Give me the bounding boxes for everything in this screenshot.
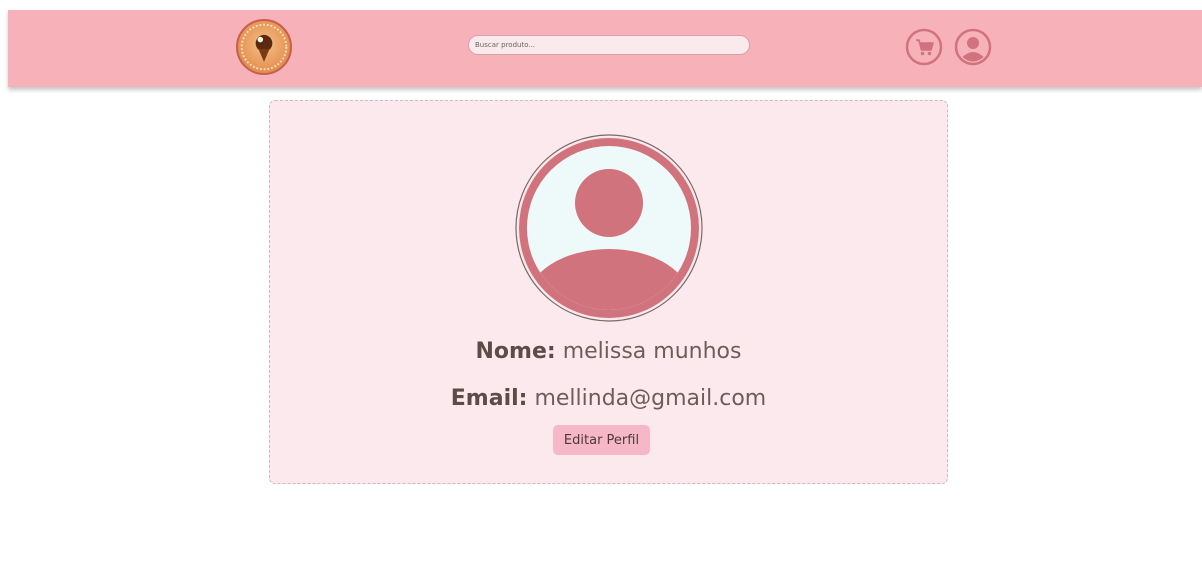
email-line: Email: mellinda@gmail.com <box>270 386 947 411</box>
edit-profile-button[interactable]: Editar Perfil <box>553 425 650 455</box>
logo[interactable] <box>236 19 292 75</box>
profile-card: Nome: melissa munhos Email: mellinda@gma… <box>269 100 948 484</box>
name-line: Nome: melissa munhos <box>270 339 947 364</box>
search-input[interactable] <box>468 35 750 55</box>
email-label: Email: <box>450 386 528 411</box>
name-label: Nome: <box>475 339 556 364</box>
navbar <box>8 10 1202 87</box>
cart-button[interactable] <box>905 28 943 66</box>
email-value: mellinda@gmail.com <box>534 386 767 411</box>
cart-icon <box>905 28 943 66</box>
user-avatar-icon <box>515 134 703 322</box>
user-icon <box>954 28 992 66</box>
bakery-logo-icon <box>240 23 288 71</box>
avatar <box>514 133 704 323</box>
name-value: melissa munhos <box>562 339 742 364</box>
user-button[interactable] <box>954 28 992 66</box>
